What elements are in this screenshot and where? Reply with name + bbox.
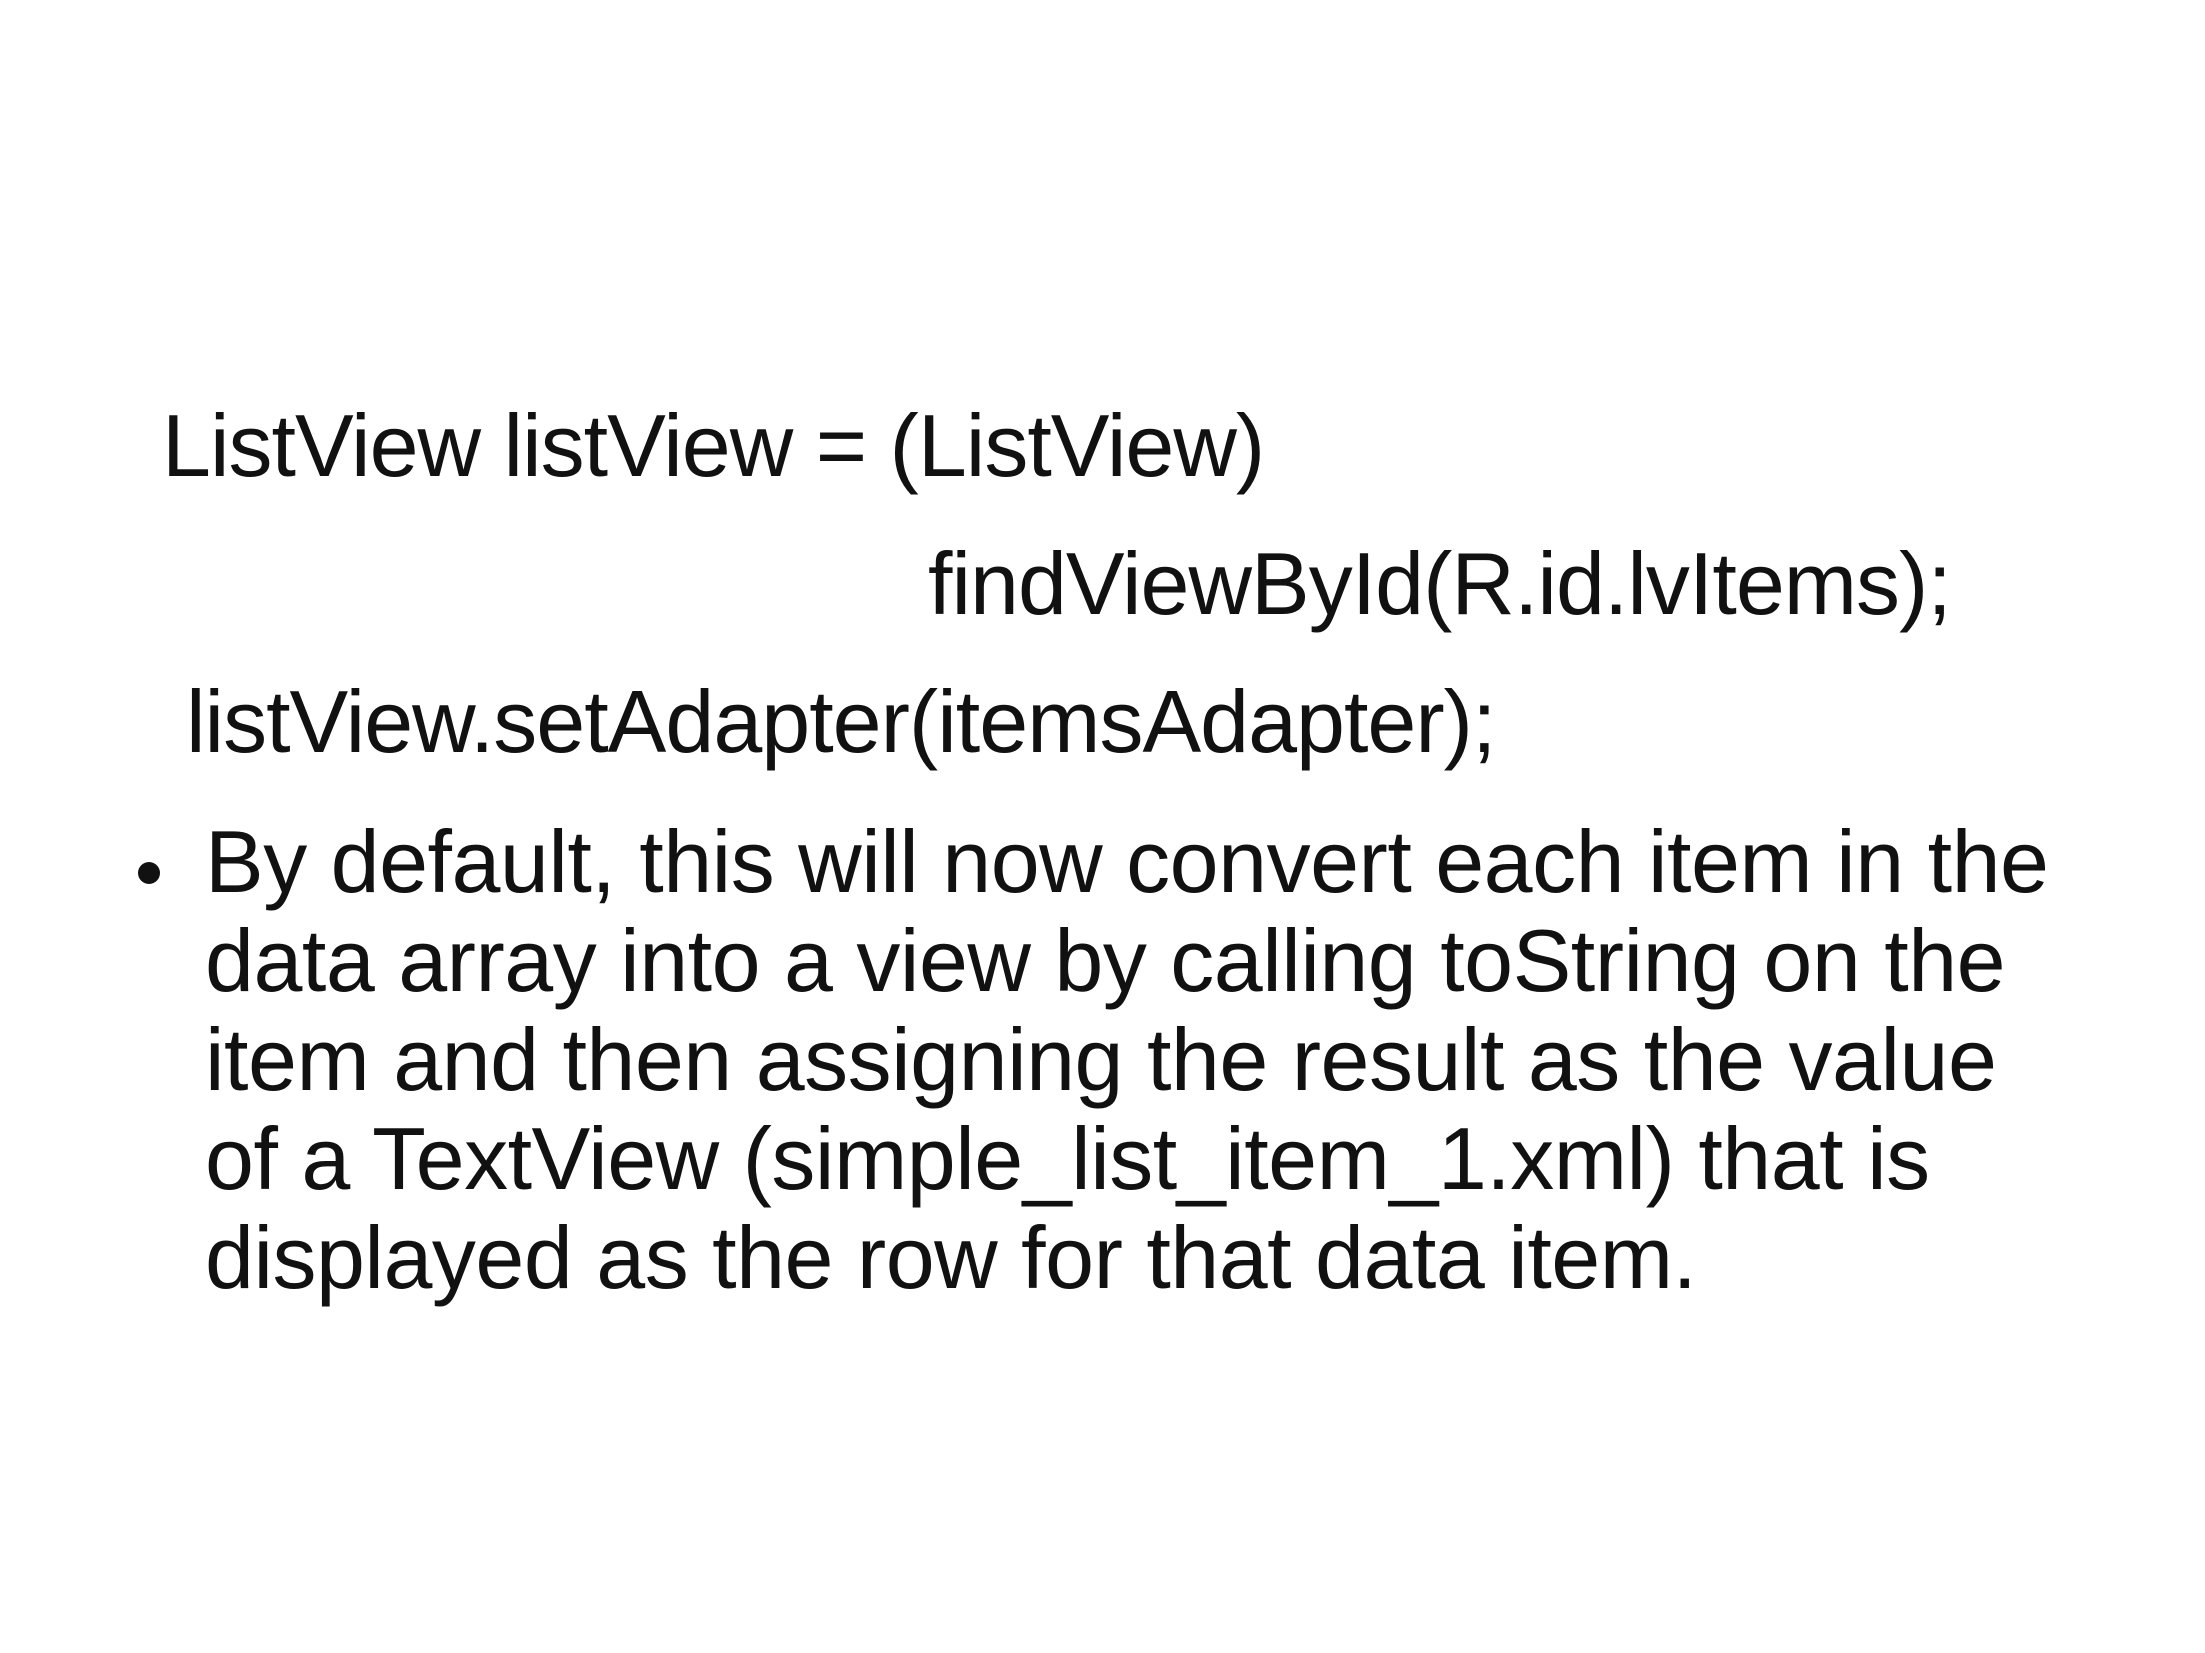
bullet-text-line: By default, this will now convert each i…: [205, 812, 2049, 911]
code-line-find-view-by-id: findViewById(R.id.lvItems);: [928, 534, 1952, 633]
bullet-text-line: displayed as the row for that data item.: [205, 1208, 1697, 1307]
slide: ListView listView = (ListView) findViewB…: [0, 0, 2205, 1653]
bullet-text-line: item and then assigning the result as th…: [205, 1010, 1997, 1109]
bullet-text-line: data array into a view by calling toStri…: [205, 911, 2006, 1010]
code-line-listview-declaration: ListView listView = (ListView): [162, 396, 1265, 495]
bullet-dot-icon: [138, 862, 160, 884]
bullet-text-line: of a TextView (simple_list_item_1.xml) t…: [205, 1109, 1930, 1208]
code-line-set-adapter: listView.setAdapter(itemsAdapter);: [186, 672, 1496, 771]
bullet-text: By default, this will now convert each i…: [205, 812, 2165, 1307]
